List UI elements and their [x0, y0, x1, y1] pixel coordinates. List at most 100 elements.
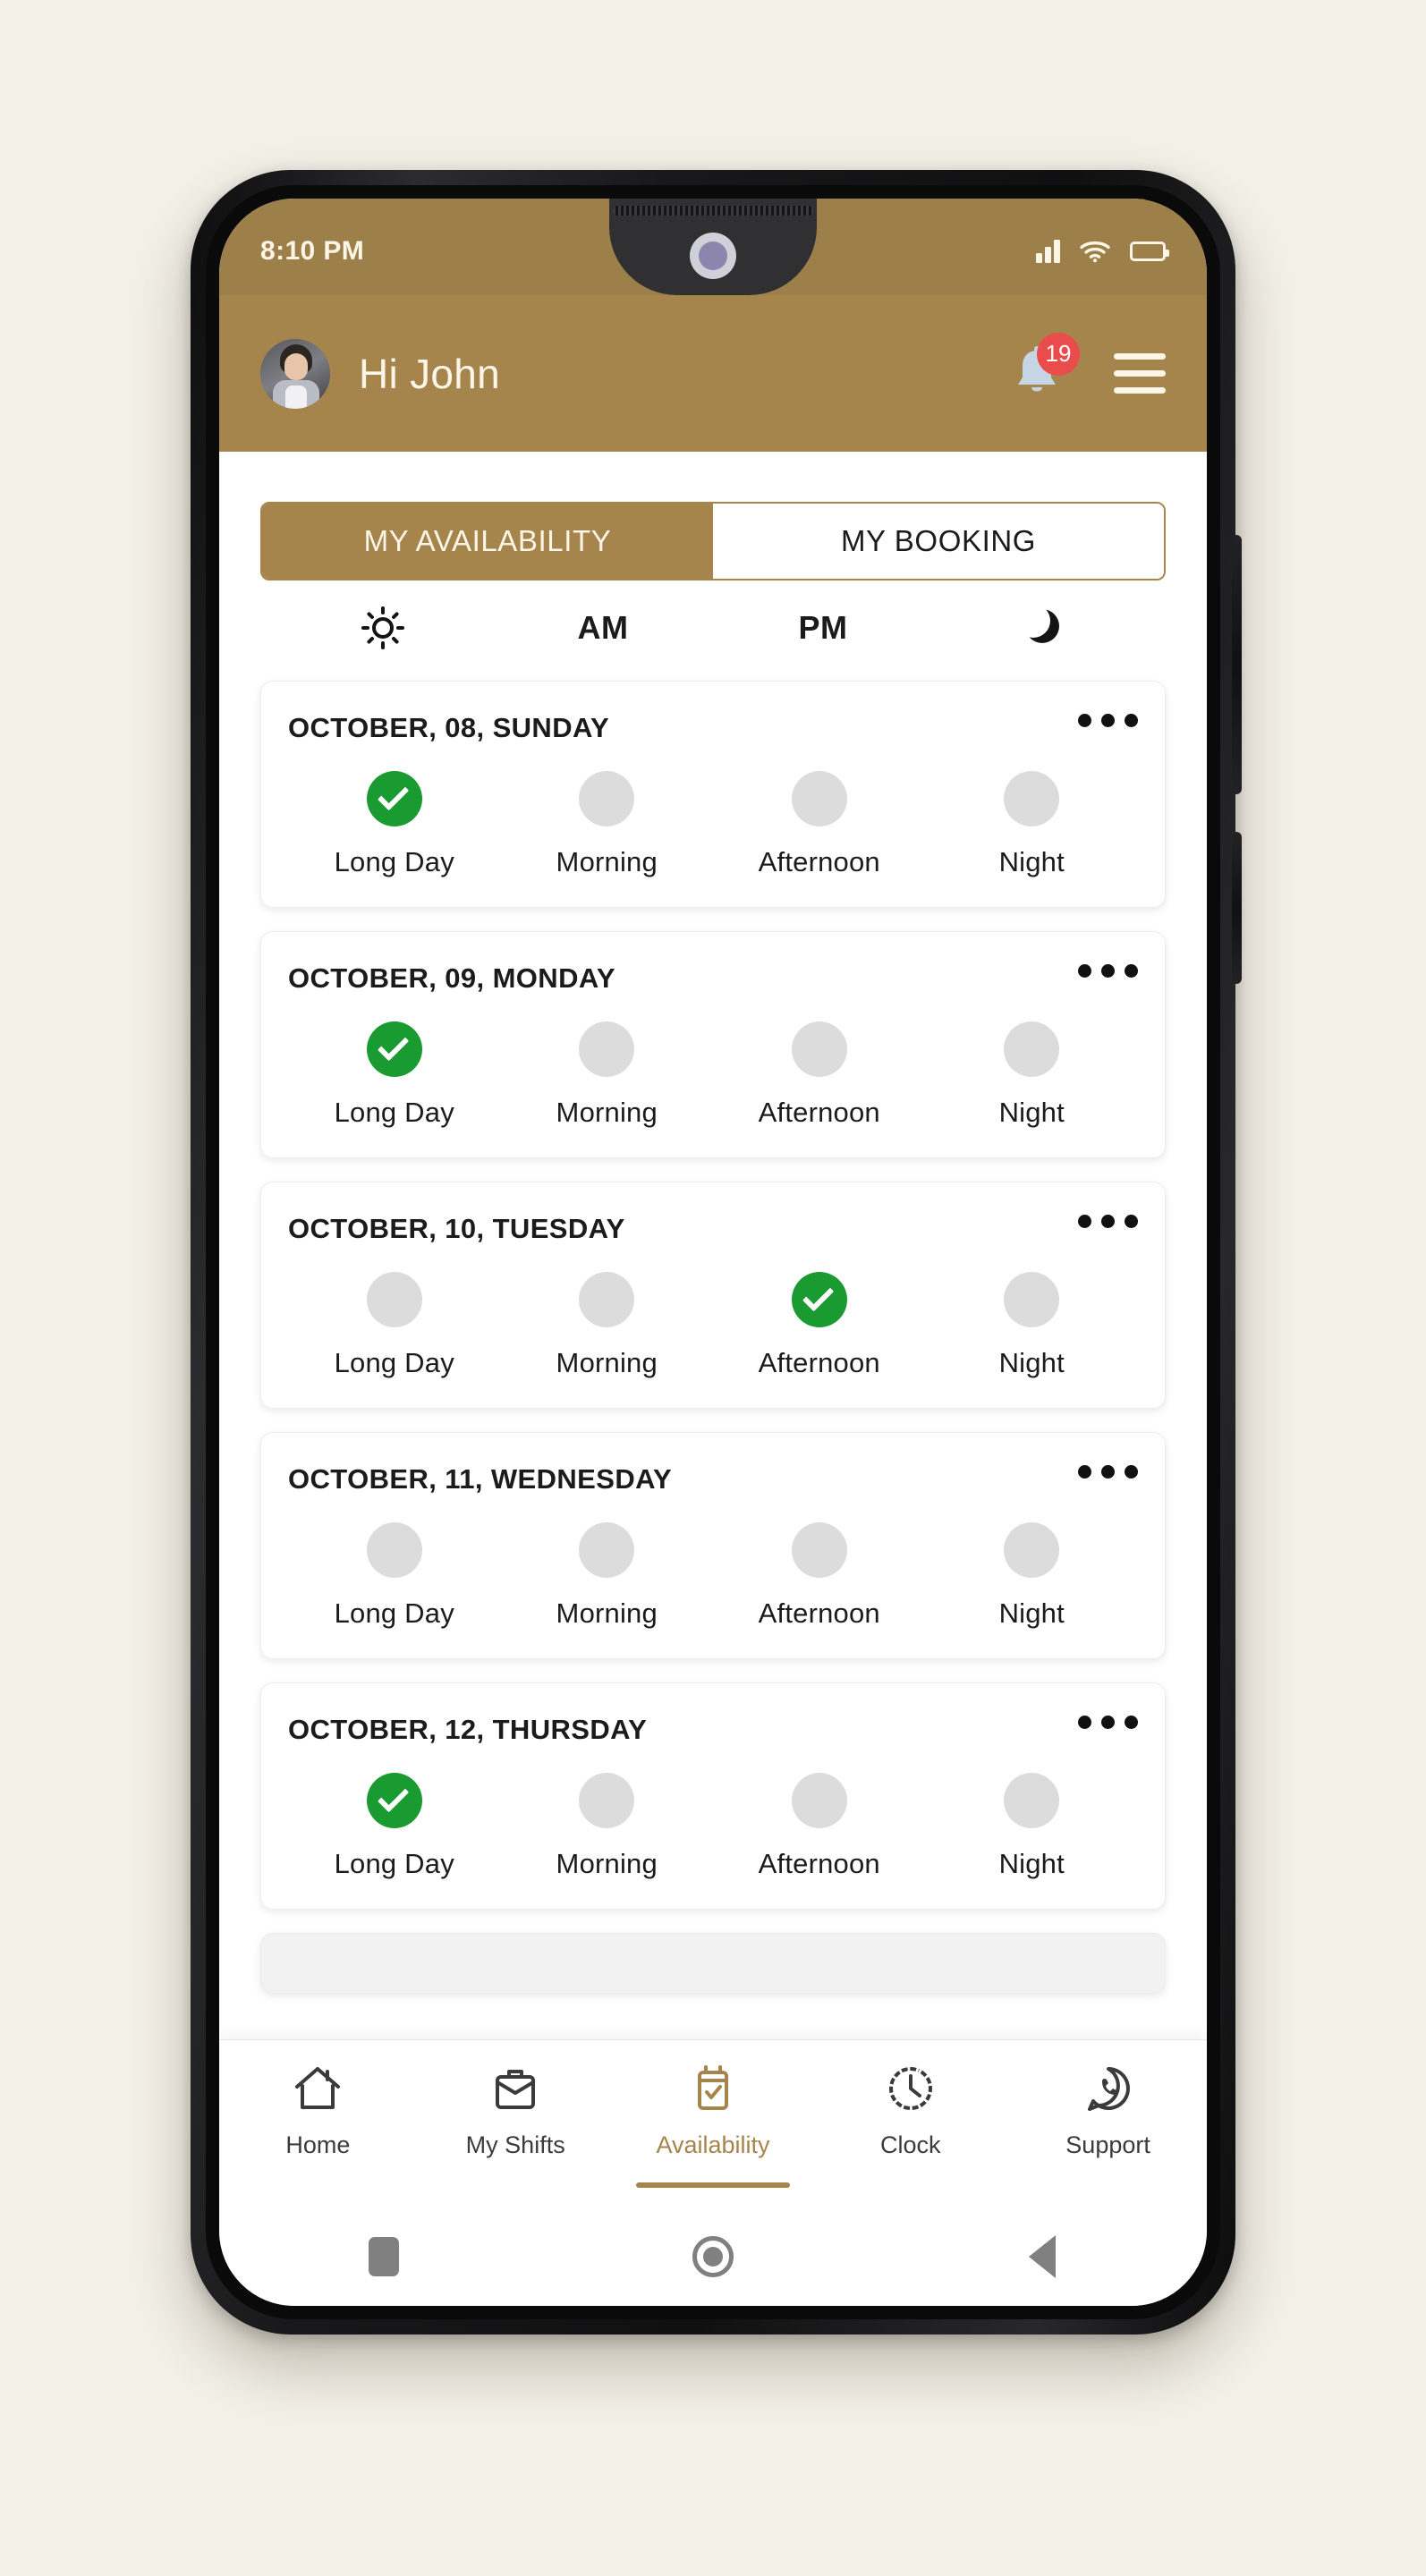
- empty-circle-icon[interactable]: [366, 1272, 422, 1327]
- empty-circle-icon[interactable]: [1004, 1773, 1060, 1828]
- briefcase-icon: [489, 2060, 541, 2117]
- shift-slot-afternoon[interactable]: Afternoon: [713, 1522, 926, 1630]
- recents-button[interactable]: [219, 2237, 548, 2276]
- calendar-check-icon: [687, 2060, 739, 2117]
- shift-slot-label: Morning: [556, 1097, 658, 1128]
- day-card-header: OCTOBER, 11, WEDNESDAY: [288, 1463, 1138, 1496]
- shift-slot-morning[interactable]: Morning: [501, 1522, 714, 1630]
- battery-icon: [1130, 242, 1169, 261]
- nav-item-my-shifts[interactable]: My Shifts: [417, 2060, 615, 2207]
- home-button[interactable]: [548, 2236, 878, 2277]
- empty-circle-icon[interactable]: [366, 1522, 422, 1578]
- shift-slot-afternoon[interactable]: Afternoon: [713, 1021, 926, 1129]
- empty-circle-icon[interactable]: [791, 771, 847, 826]
- day-card: OCTOBER, 10, TUESDAY Long Day Morning After…: [260, 1182, 1166, 1409]
- nav-item-availability[interactable]: Availability: [615, 2060, 812, 2207]
- day-card-header: OCTOBER, 12, THURSDAY: [288, 1714, 1138, 1746]
- empty-circle-icon[interactable]: [579, 1773, 635, 1828]
- empty-circle-icon[interactable]: [791, 1773, 847, 1828]
- check-icon[interactable]: [366, 771, 422, 826]
- empty-circle-icon[interactable]: [1004, 1021, 1060, 1077]
- volume-button[interactable]: [1232, 535, 1242, 794]
- more-options-icon[interactable]: [1078, 1714, 1138, 1729]
- sun-icon: [361, 606, 404, 649]
- period-header-row: AM PM: [260, 580, 1166, 675]
- home-icon: [292, 2060, 344, 2117]
- shift-slot-label: Morning: [556, 1347, 658, 1378]
- shift-slot-morning[interactable]: Morning: [501, 1021, 714, 1129]
- period-sun: [273, 606, 493, 649]
- shift-slot-label: Afternoon: [758, 846, 880, 877]
- period-am: AM: [577, 609, 629, 646]
- page-title: Hi John: [359, 350, 501, 397]
- status-time: 8:10 PM: [260, 236, 365, 266]
- shift-slot-night[interactable]: Night: [926, 1021, 1139, 1129]
- shift-slot-morning[interactable]: Morning: [501, 771, 714, 878]
- more-options-icon[interactable]: [1078, 962, 1138, 978]
- day-title: OCTOBER, 11, WEDNESDAY: [288, 1463, 673, 1495]
- circle-icon: [692, 2236, 734, 2277]
- tab-my-booking[interactable]: MY BOOKING: [713, 504, 1164, 579]
- back-button[interactable]: [878, 2235, 1207, 2278]
- day-card-header: OCTOBER, 09, MONDAY: [288, 962, 1138, 995]
- shift-slot-long-day[interactable]: Long Day: [288, 1021, 501, 1129]
- shift-slot-night[interactable]: Night: [926, 1522, 1139, 1630]
- earpiece-speaker: [613, 206, 813, 216]
- empty-circle-icon[interactable]: [579, 1021, 635, 1077]
- power-button[interactable]: [1232, 832, 1242, 984]
- check-icon[interactable]: [791, 1272, 847, 1327]
- shift-slot-afternoon[interactable]: Afternoon: [713, 771, 926, 878]
- nav-label-clock: Clock: [880, 2131, 941, 2158]
- shift-slot-row: Long Day Morning Afternoon Night: [288, 1272, 1138, 1379]
- empty-circle-icon[interactable]: [579, 1522, 635, 1578]
- nav-label-my-shifts: My Shifts: [465, 2131, 565, 2158]
- shift-slot-long-day[interactable]: Long Day: [288, 1773, 501, 1880]
- active-tab-indicator: [635, 2182, 790, 2188]
- more-options-icon[interactable]: [1078, 712, 1138, 727]
- triangle-icon: [1029, 2235, 1056, 2278]
- day-card: OCTOBER, 12, THURSDAY Long Day Morning Afte…: [260, 1682, 1166, 1910]
- empty-circle-icon[interactable]: [1004, 771, 1060, 826]
- shift-slot-label: Long Day: [334, 1347, 454, 1378]
- empty-circle-icon[interactable]: [791, 1522, 847, 1578]
- empty-circle-icon[interactable]: [1004, 1272, 1060, 1327]
- nav-item-clock[interactable]: Clock: [811, 2060, 1009, 2207]
- empty-circle-icon[interactable]: [579, 771, 635, 826]
- empty-circle-icon[interactable]: [579, 1272, 635, 1327]
- shift-slot-row: Long Day Morning Afternoon Night: [288, 1522, 1138, 1630]
- wifi-icon: [1080, 241, 1110, 263]
- empty-circle-icon[interactable]: [791, 1021, 847, 1077]
- clock-icon: [885, 2060, 937, 2117]
- shift-slot-morning[interactable]: Morning: [501, 1773, 714, 1880]
- more-options-icon[interactable]: [1078, 1213, 1138, 1228]
- shift-slot-label: Night: [998, 1097, 1065, 1128]
- shift-slot-night[interactable]: Night: [926, 1272, 1139, 1379]
- nav-item-home[interactable]: Home: [219, 2060, 417, 2207]
- shift-slot-long-day[interactable]: Long Day: [288, 1272, 501, 1379]
- screenshot-canvas: 8:10 PM Hi John 19 MY AVAILABILITY MY BO…: [0, 0, 1426, 2576]
- hamburger-menu-icon[interactable]: [1114, 353, 1166, 394]
- shift-slot-label: Night: [998, 1848, 1065, 1879]
- nav-item-support[interactable]: Support: [1009, 2060, 1207, 2207]
- check-icon[interactable]: [366, 1021, 422, 1077]
- shift-slot-night[interactable]: Night: [926, 771, 1139, 878]
- phone-screen: 8:10 PM Hi John 19 MY AVAILABILITY MY BO…: [219, 199, 1207, 2306]
- shift-slot-label: Afternoon: [758, 1347, 880, 1378]
- shift-slot-morning[interactable]: Morning: [501, 1272, 714, 1379]
- shift-slot-label: Night: [998, 1347, 1065, 1378]
- day-title: OCTOBER, 10, TUESDAY: [288, 1213, 625, 1244]
- notification-button[interactable]: 19: [1012, 332, 1080, 402]
- moon-icon: [1023, 608, 1063, 648]
- shift-slot-long-day[interactable]: Long Day: [288, 1522, 501, 1630]
- whatsapp-icon: [1082, 2060, 1134, 2117]
- shift-slot-afternoon[interactable]: Afternoon: [713, 1272, 926, 1379]
- shift-slot-night[interactable]: Night: [926, 1773, 1139, 1880]
- empty-circle-icon[interactable]: [1004, 1522, 1060, 1578]
- check-icon[interactable]: [366, 1773, 422, 1828]
- more-options-icon[interactable]: [1078, 1463, 1138, 1479]
- shift-slot-label: Morning: [556, 1848, 658, 1879]
- shift-slot-long-day[interactable]: Long Day: [288, 771, 501, 878]
- tab-my-availability[interactable]: MY AVAILABILITY: [262, 504, 713, 579]
- avatar[interactable]: [260, 338, 330, 409]
- shift-slot-afternoon[interactable]: Afternoon: [713, 1773, 926, 1880]
